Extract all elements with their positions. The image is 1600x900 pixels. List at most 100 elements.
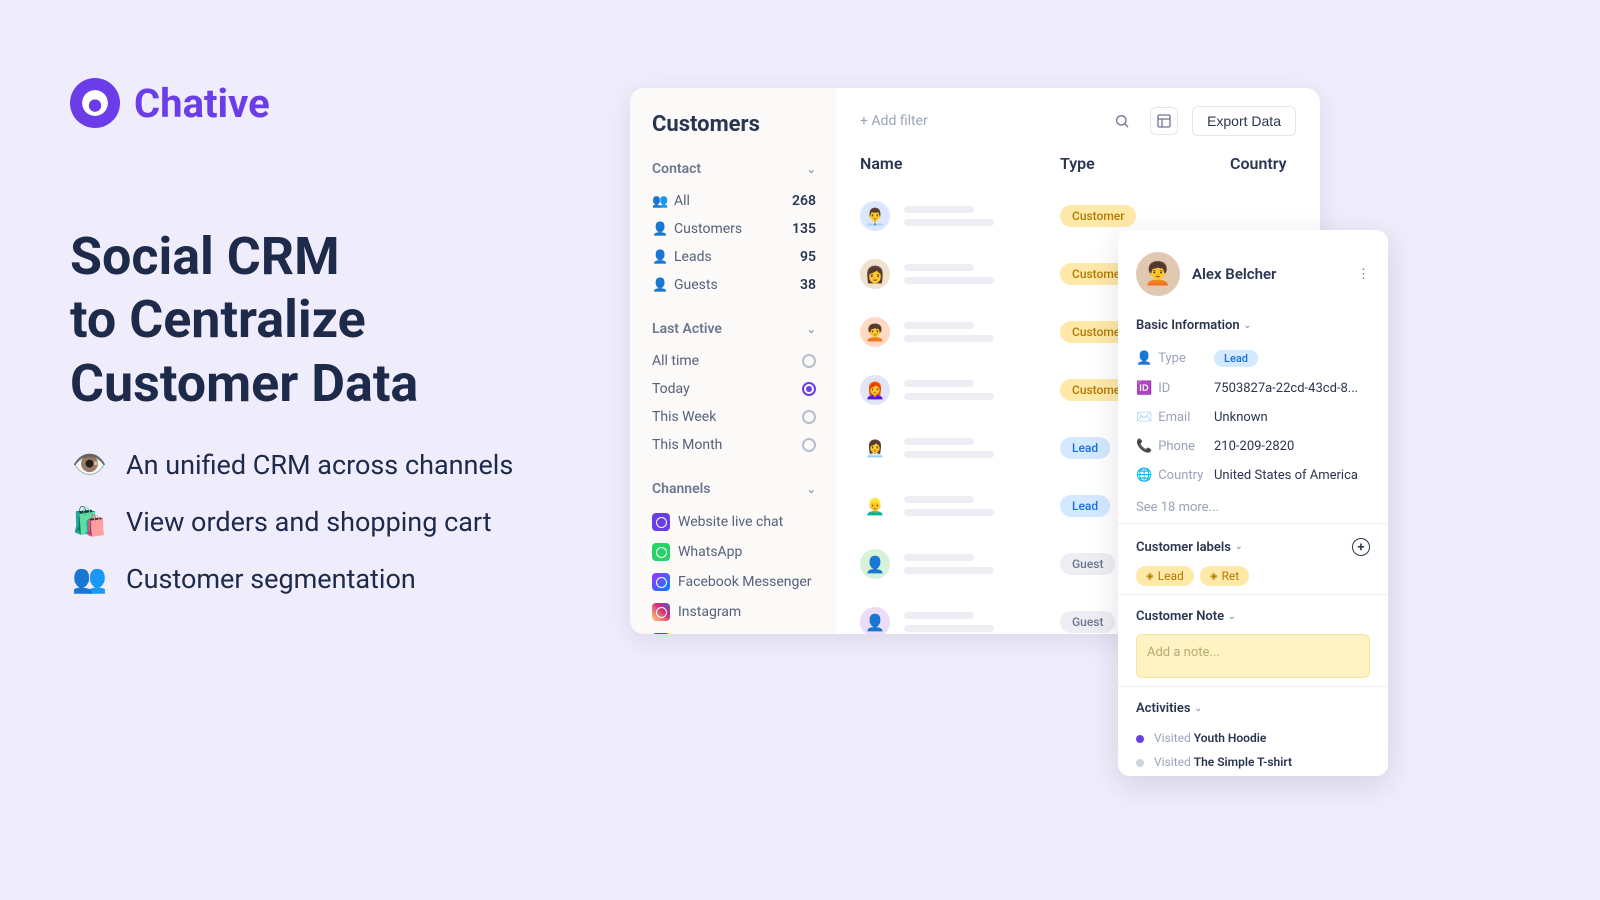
feature-item: 👁️ An unified CRM across channels xyxy=(72,448,513,481)
feature-icon: 🛍️ xyxy=(72,505,104,538)
search-icon[interactable] xyxy=(1108,107,1136,135)
person-icon: 👤 xyxy=(652,250,666,265)
avatar: 👩‍💼 xyxy=(860,433,890,463)
channel-website-live-chat[interactable]: Website live chat xyxy=(652,507,816,537)
add-filter-button[interactable]: + Add filter xyxy=(860,113,928,129)
channel-zalo-oa[interactable]: Zalo OA xyxy=(652,627,816,634)
radio-icon[interactable] xyxy=(802,382,816,396)
channel-facebook-messenger[interactable]: Facebook Messenger xyxy=(652,567,816,597)
section-labels[interactable]: Customer labels ⌄ + xyxy=(1136,538,1370,556)
channel-icon xyxy=(652,513,670,531)
feature-icon: 👥 xyxy=(72,562,104,595)
feature-text: View orders and shopping cart xyxy=(126,506,492,538)
sidebar-item-customers[interactable]: 👤Customers 135 xyxy=(652,215,816,243)
count-badge: 135 xyxy=(792,221,816,237)
sidebar-section-header[interactable]: Channels ⌄ xyxy=(652,481,816,497)
channel-instagram[interactable]: Instagram xyxy=(652,597,816,627)
feature-text: Customer segmentation xyxy=(126,563,416,595)
avatar: 👩 xyxy=(860,259,890,289)
sidebar-title: Customers xyxy=(652,112,816,137)
sidebar-item-all[interactable]: 👥All 268 xyxy=(652,187,816,215)
filter-this-week[interactable]: This Week xyxy=(652,403,816,431)
chevron-down-icon: ⌄ xyxy=(807,323,816,336)
info-row-email: ✉️Email Unknown xyxy=(1136,403,1370,432)
sidebar-section-contact: Contact ⌄ 👥All 268👤Customers 135👤Leads 9… xyxy=(652,161,816,299)
person-icon: 👤 xyxy=(652,222,666,237)
avatar: 🧑‍🦱 xyxy=(860,317,890,347)
type-badge: Lead xyxy=(1060,495,1110,517)
toolbar: + Add filter Export Data xyxy=(860,106,1296,136)
sidebar-section-channels: Channels ⌄ Website live chatWhatsAppFace… xyxy=(652,481,816,634)
type-badge: Guest xyxy=(1060,611,1115,633)
sidebar: Customers Contact ⌄ 👥All 268👤Customers 1… xyxy=(630,88,836,634)
brand-name: Chative xyxy=(134,80,270,127)
feature-text: An unified CRM across channels xyxy=(126,449,513,481)
activity-item: Visited The Simple T-shirt xyxy=(1136,750,1370,774)
customer-detail-panel: 🧑‍🦱 Alex Belcher ⋮ Basic Information ⌄ 👤… xyxy=(1118,230,1388,776)
chevron-down-icon: ⌄ xyxy=(1228,612,1236,622)
radio-icon[interactable] xyxy=(802,410,816,424)
activity-dot-icon xyxy=(1136,735,1144,743)
activity-dot-icon xyxy=(1136,759,1144,767)
brand-logo-icon xyxy=(70,78,120,128)
more-menu-icon[interactable]: ⋮ xyxy=(1357,267,1370,282)
count-badge: 38 xyxy=(800,277,816,293)
type-badge: Lead xyxy=(1060,437,1110,459)
label-tag[interactable]: Lead xyxy=(1136,566,1194,586)
type-badge: Lead xyxy=(1214,350,1258,367)
count-badge: 95 xyxy=(800,249,816,265)
avatar: 👩‍🦰 xyxy=(860,375,890,405)
sidebar-section-title: Last Active xyxy=(652,321,722,337)
see-more-link[interactable]: See 18 more... xyxy=(1136,500,1370,515)
radio-icon[interactable] xyxy=(802,354,816,368)
radio-icon[interactable] xyxy=(802,438,816,452)
person-icon: 👤 xyxy=(652,278,666,293)
info-value: 7503827a-22cd-43cd-8... xyxy=(1214,381,1370,396)
feature-icon: 👁️ xyxy=(72,448,104,481)
feature-list: 👁️ An unified CRM across channels 🛍️ View… xyxy=(72,448,513,595)
column-header-type: Type xyxy=(1060,154,1230,173)
chevron-down-icon: ⌄ xyxy=(807,163,816,176)
export-button[interactable]: Export Data xyxy=(1192,106,1296,136)
label-tag[interactable]: Ret xyxy=(1200,566,1249,586)
channel-icon xyxy=(652,543,670,561)
count-badge: 268 xyxy=(792,193,816,209)
chevron-down-icon: ⌄ xyxy=(1195,704,1203,714)
sidebar-section-header[interactable]: Last Active ⌄ xyxy=(652,321,816,337)
info-icon: 🆔 xyxy=(1136,381,1152,396)
info-row-phone: 📞Phone 210-209-2820 xyxy=(1136,432,1370,461)
sidebar-section-header[interactable]: Contact ⌄ xyxy=(652,161,816,177)
channel-icon xyxy=(652,603,670,621)
info-icon: 👤 xyxy=(1136,351,1152,366)
column-header-name: Name xyxy=(860,154,1060,173)
type-badge: Guest xyxy=(1060,553,1115,575)
sidebar-item-guests[interactable]: 👤Guests 38 xyxy=(652,271,816,299)
section-activities[interactable]: Activities ⌄ xyxy=(1136,701,1370,716)
section-note[interactable]: Customer Note ⌄ xyxy=(1136,609,1370,624)
brand-logo-block: Chative xyxy=(70,78,270,128)
filter-this-month[interactable]: This Month xyxy=(652,431,816,459)
headline-line: Social CRM xyxy=(70,225,418,288)
add-label-icon[interactable]: + xyxy=(1352,538,1370,556)
avatar: 👨‍💼 xyxy=(860,201,890,231)
filter-today[interactable]: Today xyxy=(652,375,816,403)
headline-line: Customer Data xyxy=(70,352,418,415)
info-row-type: 👤Type Lead xyxy=(1136,343,1370,374)
avatar: 👱‍♂️ xyxy=(860,491,890,521)
sidebar-section-last-active: Last Active ⌄ All time Today This Week T… xyxy=(652,321,816,459)
filter-all-time[interactable]: All time xyxy=(652,347,816,375)
info-icon: 🌐 xyxy=(1136,468,1152,483)
note-input[interactable]: Add a note... xyxy=(1136,634,1370,678)
avatar: 👤 xyxy=(860,549,890,579)
feature-item: 👥 Customer segmentation xyxy=(72,562,513,595)
channel-whatsapp[interactable]: WhatsApp xyxy=(652,537,816,567)
section-basic-info[interactable]: Basic Information ⌄ xyxy=(1136,318,1370,333)
info-value: United States of America xyxy=(1214,468,1370,483)
table-header: Name Type Country xyxy=(860,154,1296,173)
sidebar-section-title: Contact xyxy=(652,161,701,177)
layout-toggle-icon[interactable] xyxy=(1150,107,1178,135)
activity-item: Visited Youth Hoodie xyxy=(1136,726,1370,750)
chevron-down-icon: ⌄ xyxy=(1244,321,1252,331)
sidebar-item-leads[interactable]: 👤Leads 95 xyxy=(652,243,816,271)
info-value: 210-209-2820 xyxy=(1214,439,1370,454)
